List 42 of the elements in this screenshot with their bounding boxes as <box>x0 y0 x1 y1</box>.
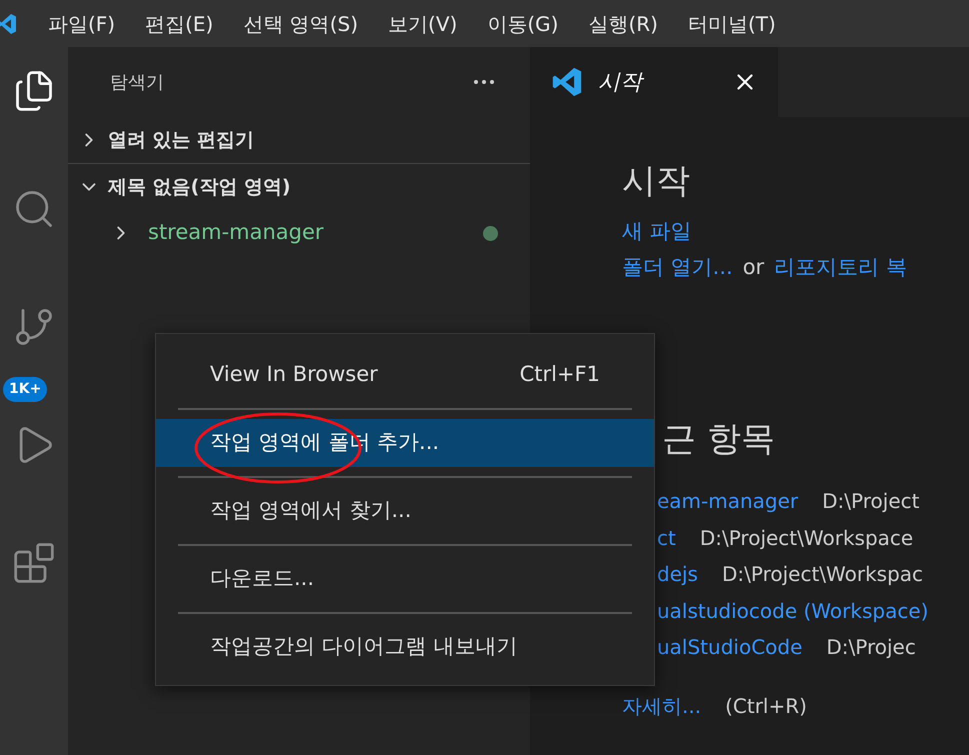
recent-path: D:\Project\Workspac <box>722 561 924 588</box>
menu-item[interactable]: 선택 영역(S) <box>243 8 358 38</box>
menu-item[interactable]: 실행(R) <box>588 8 658 38</box>
more-link[interactable]: 자세히... <box>622 690 702 722</box>
menu-item[interactable]: 터미널(T) <box>688 8 776 38</box>
tree-label: 열려 있는 편집기 <box>108 128 254 153</box>
count-badge: 1K+ <box>3 377 48 402</box>
or-text: or <box>742 254 764 281</box>
recent-link[interactable]: ualStudioCode <box>657 629 802 666</box>
menu-item[interactable]: 이동(G) <box>487 8 558 38</box>
tree-item[interactable]: 열려 있는 편집기 <box>68 117 530 163</box>
clone-link[interactable]: 리포지토리 복 <box>774 251 907 283</box>
blocks-icon[interactable] <box>12 541 56 585</box>
menu-entry[interactable]: 작업공간의 다이어그램 내보내기 <box>156 623 654 671</box>
menu-item[interactable]: 파일(F) <box>48 8 116 38</box>
sidebar-title: 탐색기 <box>110 70 164 94</box>
menu-item[interactable]: 편집(E) <box>145 8 214 38</box>
recent-path: D:\Projec <box>826 634 916 661</box>
menu-item[interactable]: 보기(V) <box>388 8 458 38</box>
tab-logo <box>550 65 584 99</box>
recent-link[interactable]: eam-manager <box>657 483 798 520</box>
shortcut-hint: (Ctrl+R) <box>725 692 807 720</box>
new-file-link[interactable]: 새 파일 <box>622 215 692 247</box>
page-heading: 시작 <box>622 160 691 203</box>
shortcut-text: Ctrl+F1 <box>520 361 600 388</box>
tree-item[interactable]: 제목 없음(작업 영역) <box>68 164 530 210</box>
open-folder-link[interactable]: 폴더 열기... <box>622 251 733 283</box>
section-heading: 근 항목 <box>662 418 776 461</box>
recent-path: D:\Project <box>822 488 920 515</box>
app-logo <box>0 12 18 36</box>
editor-tab[interactable]: 시작 <box>530 47 778 117</box>
more-icon[interactable] <box>474 80 494 84</box>
tree-item[interactable]: stream-manager <box>68 210 530 256</box>
menu-entry[interactable]: 다운로드... <box>156 555 654 603</box>
menu-entry[interactable]: View In Browser Ctrl+F1 <box>156 351 654 399</box>
tree-label: stream-manager <box>148 219 324 246</box>
recent-link[interactable]: dejs <box>657 556 698 592</box>
recent-link[interactable]: ct <box>657 520 676 556</box>
tree-label: 제목 없음(작업 영역) <box>108 174 291 200</box>
recent-link[interactable]: ualstudiocode (Workspace) <box>657 592 928 629</box>
menu-entry[interactable]: 작업 영역에서 찾기... <box>156 487 654 535</box>
recent-path: D:\Project\Workspace <box>700 524 914 552</box>
